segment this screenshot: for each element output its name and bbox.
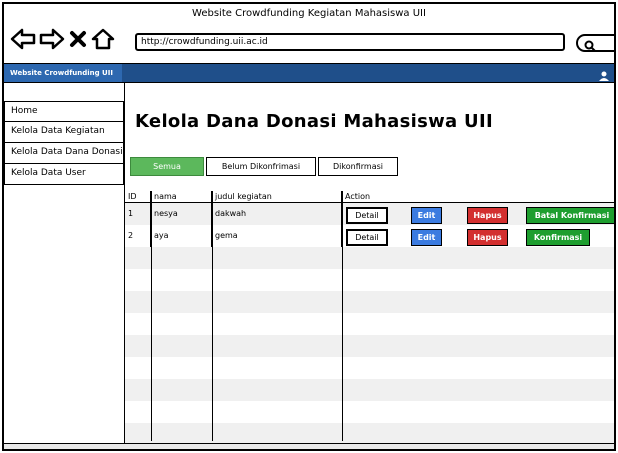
detail-button[interactable]: Detail [346, 207, 388, 224]
column-divider [212, 191, 213, 441]
empty-row [125, 401, 614, 423]
page-title: Kelola Dana Donasi Mahasiswa UII [135, 111, 493, 132]
hapus-button[interactable]: Hapus [467, 229, 508, 246]
detail-button[interactable]: Detail [346, 229, 388, 246]
edit-button[interactable]: Edit [411, 207, 442, 224]
brand-label[interactable]: Website Crowdfunding UII [4, 64, 122, 82]
close-icon[interactable] [68, 29, 88, 49]
tab-dikonfirmasi[interactable]: Dikonfirmasi [318, 157, 398, 176]
empty-row [125, 269, 614, 291]
header-id: ID [125, 191, 151, 202]
hapus-button[interactable]: Hapus [467, 207, 508, 224]
back-arrow-icon[interactable] [10, 28, 36, 50]
sidebar-item-kelola-data-user[interactable]: Kelola Data User [4, 164, 124, 185]
header-nama: nama [151, 191, 212, 202]
browser-search-box[interactable] [576, 34, 614, 52]
app-header: Website Crowdfunding UII [4, 63, 614, 83]
browser-window: Website Crowdfunding Kegiatan Mahasiswa … [2, 2, 616, 451]
edit-button[interactable]: Edit [411, 229, 442, 246]
header-action: Action [345, 192, 371, 201]
table-row: 2 aya gema Detail Edit Hapus Konfirmasi [125, 225, 614, 247]
empty-row [125, 379, 614, 401]
batal-konfirmasi-button[interactable]: Batal Konfirmasi [526, 207, 614, 224]
column-divider [151, 191, 152, 441]
row-nama: aya [151, 225, 212, 247]
empty-row [125, 335, 614, 357]
sidebar: Home Kelola Data Kegiatan Kelola Data Da… [4, 101, 124, 185]
tab-belum-dikonfirmasi[interactable]: Belum Dikonfrimasi [206, 157, 316, 176]
row-id: 1 [125, 203, 151, 225]
browser-nav [10, 28, 115, 50]
konfirmasi-button[interactable]: Konfirmasi [526, 229, 590, 246]
window-title: Website Crowdfunding Kegiatan Mahasiswa … [192, 8, 426, 19]
forward-arrow-icon[interactable] [39, 28, 65, 50]
filter-tabs: Semua Belum Dikonfrimasi Dikonfirmasi [130, 157, 400, 176]
table-row: 1 nesya dakwah Detail Edit Hapus Batal K… [125, 203, 614, 225]
donation-table: ID nama judul kegiatan Action 1 nesya da… [125, 191, 614, 445]
empty-row [125, 247, 614, 269]
row-judul: gema [212, 225, 342, 247]
row-actions: Detail Edit Hapus Konfirmasi [342, 225, 614, 247]
sidebar-item-kelola-data-dana-donasi[interactable]: Kelola Data Dana Donasi [4, 143, 124, 164]
row-id: 2 [125, 225, 151, 247]
empty-row [125, 357, 614, 379]
column-divider [342, 191, 343, 441]
sidebar-item-kelola-data-kegiatan[interactable]: Kelola Data Kegiatan [4, 122, 124, 143]
home-icon[interactable] [91, 28, 115, 50]
table-header: ID nama judul kegiatan Action [125, 191, 614, 203]
address-bar[interactable]: http://crowdfunding.uii.ac.id [135, 33, 565, 51]
row-nama: nesya [151, 203, 212, 225]
row-actions: Detail Edit Hapus Batal Konfirmasi [342, 203, 614, 225]
empty-row [125, 423, 614, 445]
status-bar [4, 443, 614, 449]
empty-row [125, 291, 614, 313]
header-judul-kegiatan: judul kegiatan [212, 191, 342, 202]
tab-semua[interactable]: Semua [130, 157, 204, 176]
sidebar-item-home[interactable]: Home [4, 101, 124, 122]
search-icon [584, 37, 596, 56]
empty-row [125, 313, 614, 335]
main-content: Kelola Dana Donasi Mahasiswa UII Semua B… [124, 83, 614, 445]
row-judul: dakwah [212, 203, 342, 225]
